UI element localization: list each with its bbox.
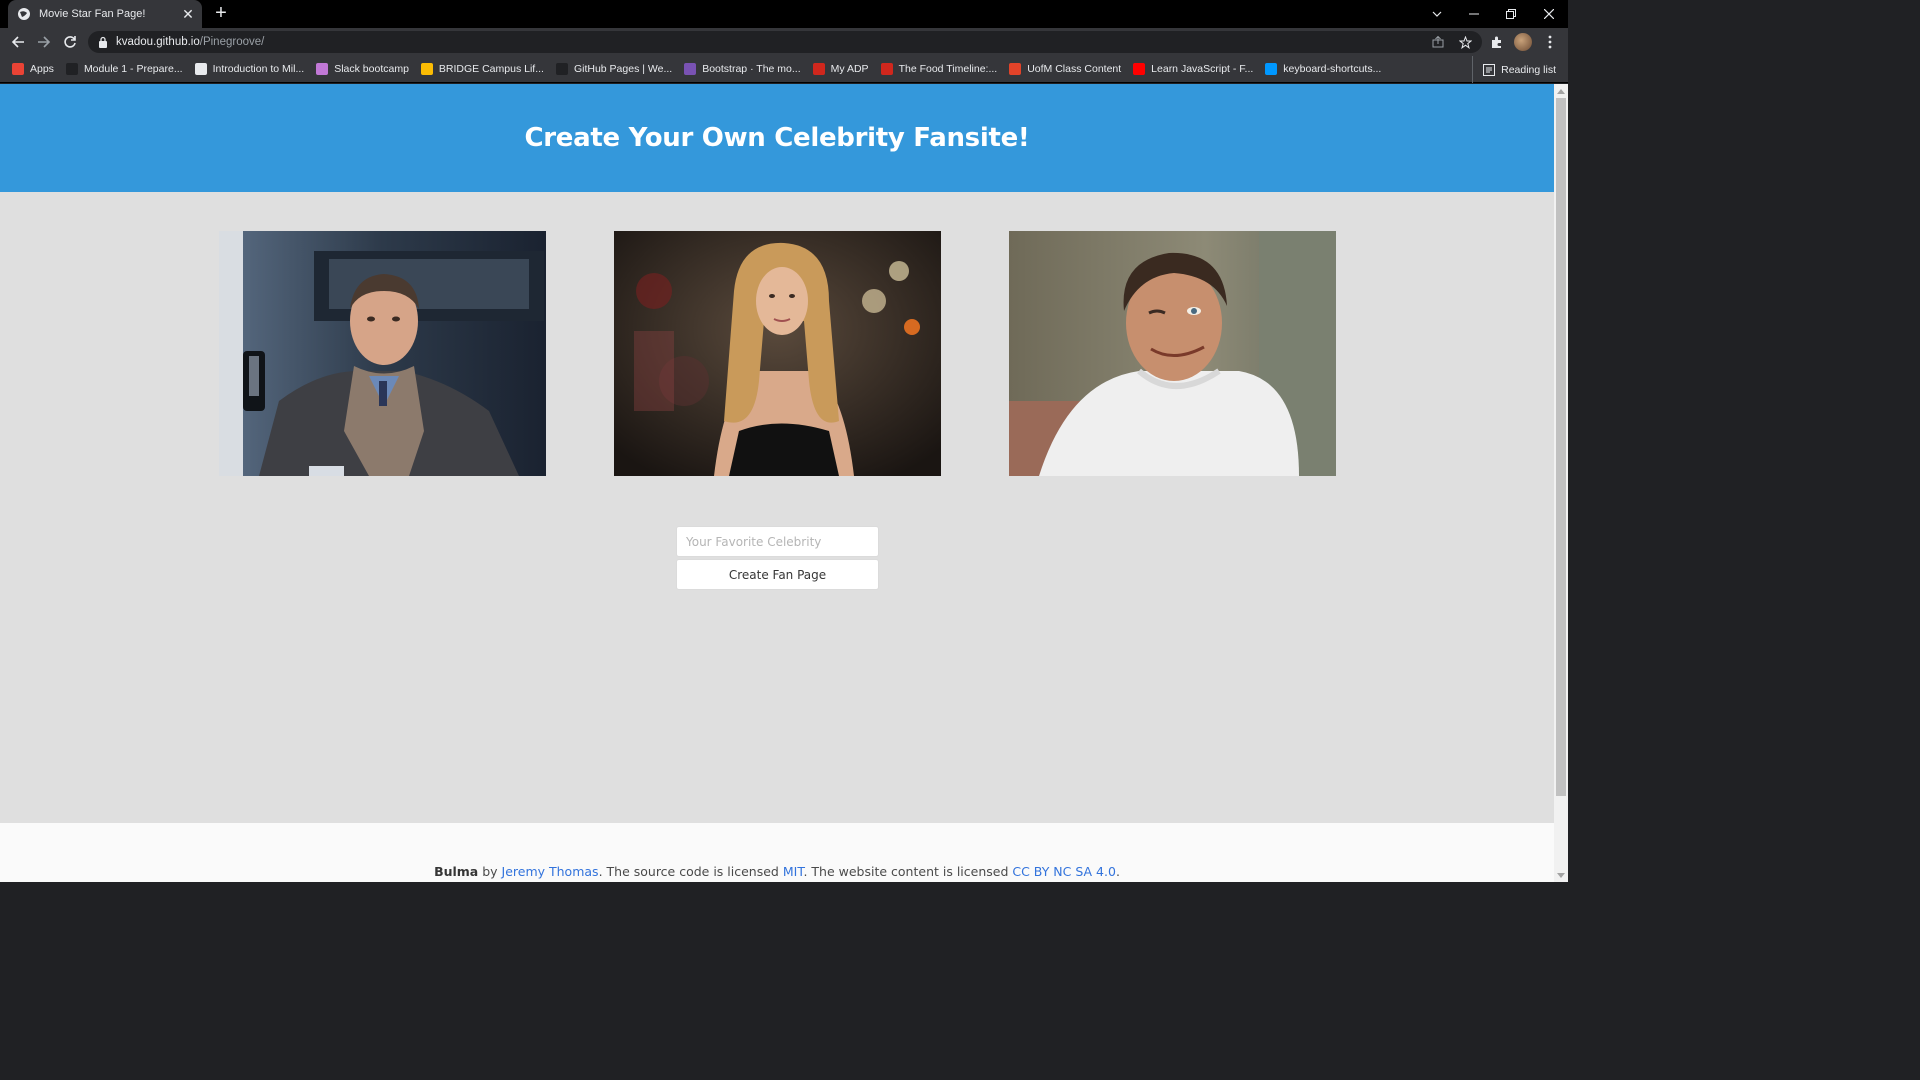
reload-icon[interactable] <box>60 32 80 52</box>
bookmark-label: UofM Class Content <box>1027 63 1122 75</box>
bookmark-item[interactable]: The Food Timeline:... <box>880 59 998 79</box>
page-viewport: Create Your Own Celebrity Fansite! Your … <box>0 84 1554 882</box>
celebrity-photo-2 <box>614 231 941 476</box>
celebrity-photo-1 <box>219 231 546 476</box>
active-tab[interactable]: Movie Star Fan Page! ✕ <box>8 0 202 28</box>
bookmark-item[interactable]: UofM Class Content <box>1009 59 1121 79</box>
bookmark-label: Module 1 - Prepare... <box>83 63 183 75</box>
fan-page-form: Create Fan Page <box>676 526 879 590</box>
bookmark-favicon-icon <box>1009 63 1022 75</box>
create-fan-page-button[interactable]: Create Fan Page <box>676 559 879 590</box>
mit-license-link[interactable]: MIT <box>783 864 804 879</box>
bookmark-label: GitHub Pages | We... <box>573 63 673 75</box>
reading-list-icon <box>1483 63 1496 76</box>
url-path: /Pinegroove/ <box>199 36 265 48</box>
tab-close-icon[interactable]: ✕ <box>180 6 196 22</box>
footer-text: Bulma by Jeremy Thomas. The source code … <box>0 864 1554 879</box>
footer-mid-2: . The website content is licensed <box>803 864 1013 879</box>
bookmark-item[interactable]: My ADP <box>812 59 869 79</box>
bookmarks-bar: Apps Module 1 - Prepare... Introduction to… <box>0 56 1568 83</box>
scroll-up-arrow-icon[interactable] <box>1554 84 1568 98</box>
page-title: Create Your Own Celebrity Fansite! <box>524 123 1030 153</box>
scrollbar-thumb[interactable] <box>1556 98 1566 796</box>
bookmark-star-icon[interactable] <box>1455 31 1475 53</box>
bookmark-label: Slack bootcamp <box>334 63 409 75</box>
tab-strip: Movie Star Fan Page! ✕ + <box>0 0 1568 28</box>
bookmark-item[interactable]: Introduction to Mil... <box>194 59 305 79</box>
share-icon[interactable] <box>1428 31 1448 53</box>
bookmark-item[interactable]: Apps <box>12 59 54 79</box>
bookmark-favicon-icon <box>1133 63 1146 75</box>
apps-grid-icon <box>12 63 24 75</box>
reading-list-button[interactable]: Reading list <box>1472 56 1556 83</box>
celebrity-photo-3 <box>1009 231 1336 476</box>
bookmark-label: Apps <box>30 63 54 75</box>
bookmark-favicon-icon <box>880 63 893 75</box>
lock-icon <box>99 36 107 48</box>
reading-list-label: Reading list <box>1501 63 1556 76</box>
url-host: kvadou.github.io <box>116 36 200 48</box>
scroll-down-arrow-icon[interactable] <box>1554 868 1568 882</box>
vertical-scrollbar[interactable] <box>1554 84 1568 882</box>
bookmark-favicon-icon <box>684 63 697 75</box>
footer-brand: Bulma <box>434 864 479 879</box>
bookmark-item[interactable]: Module 1 - Prepare... <box>65 59 183 79</box>
bookmark-favicon-icon <box>316 63 329 75</box>
bookmark-favicon-icon <box>555 63 568 75</box>
restore-button[interactable] <box>1492 0 1530 28</box>
address-bar[interactable]: kvadou.github.io/Pinegroove/ <box>88 31 1482 53</box>
globe-icon <box>18 8 30 20</box>
tab-search-icon[interactable] <box>1418 0 1456 28</box>
bookmark-favicon-icon <box>194 63 207 75</box>
tab-title: Movie Star Fan Page! <box>39 8 146 20</box>
bookmark-label: Bootstrap · The mo... <box>702 63 801 75</box>
back-icon[interactable] <box>8 32 28 52</box>
bookmark-label: Introduction to Mil... <box>212 63 305 75</box>
forward-icon[interactable] <box>34 32 54 52</box>
bookmark-item[interactable]: Learn JavaScript - F... <box>1133 59 1253 79</box>
footer-mid-1: . The source code is licensed <box>598 864 783 879</box>
author-link[interactable]: Jeremy Thomas <box>502 864 599 879</box>
bookmark-label: My ADP <box>830 63 869 75</box>
bookmark-item[interactable]: keyboard-shortcuts... <box>1265 59 1381 79</box>
footer-by: by <box>478 864 502 879</box>
menu-icon[interactable] <box>1540 32 1560 52</box>
footer-end: . <box>1115 864 1120 879</box>
browser-toolbar: kvadou.github.io/Pinegroove/ <box>0 28 1568 56</box>
page-footer: Bulma by Jeremy Thomas. The source code … <box>0 823 1554 882</box>
bookmark-item[interactable]: Slack bootcamp <box>316 59 409 79</box>
bookmark-favicon-icon <box>420 63 433 75</box>
extensions-icon[interactable] <box>1487 32 1507 52</box>
favorite-celebrity-input[interactable] <box>676 526 879 557</box>
bookmark-label: The Food Timeline:... <box>898 63 998 75</box>
close-window-button[interactable] <box>1530 0 1568 28</box>
profile-avatar[interactable] <box>1513 32 1533 52</box>
bookmark-label: keyboard-shortcuts... <box>1283 63 1382 75</box>
minimize-button[interactable] <box>1455 0 1493 28</box>
bookmark-item[interactable]: Bootstrap · The mo... <box>684 59 801 79</box>
new-tab-button[interactable]: + <box>210 3 232 25</box>
bookmark-label: BRIDGE Campus Lif... <box>438 63 544 75</box>
cc-license-link[interactable]: CC BY NC SA 4.0 <box>1012 864 1116 879</box>
bookmark-favicon-icon <box>65 63 78 75</box>
bookmark-label: Learn JavaScript - F... <box>1151 63 1254 75</box>
bookmark-item[interactable]: BRIDGE Campus Lif... <box>420 59 544 79</box>
bookmark-item[interactable]: GitHub Pages | We... <box>555 59 673 79</box>
bookmark-favicon-icon <box>812 63 825 75</box>
hero-banner: Create Your Own Celebrity Fansite! <box>0 84 1554 192</box>
bookmark-favicon-icon <box>1265 63 1278 75</box>
